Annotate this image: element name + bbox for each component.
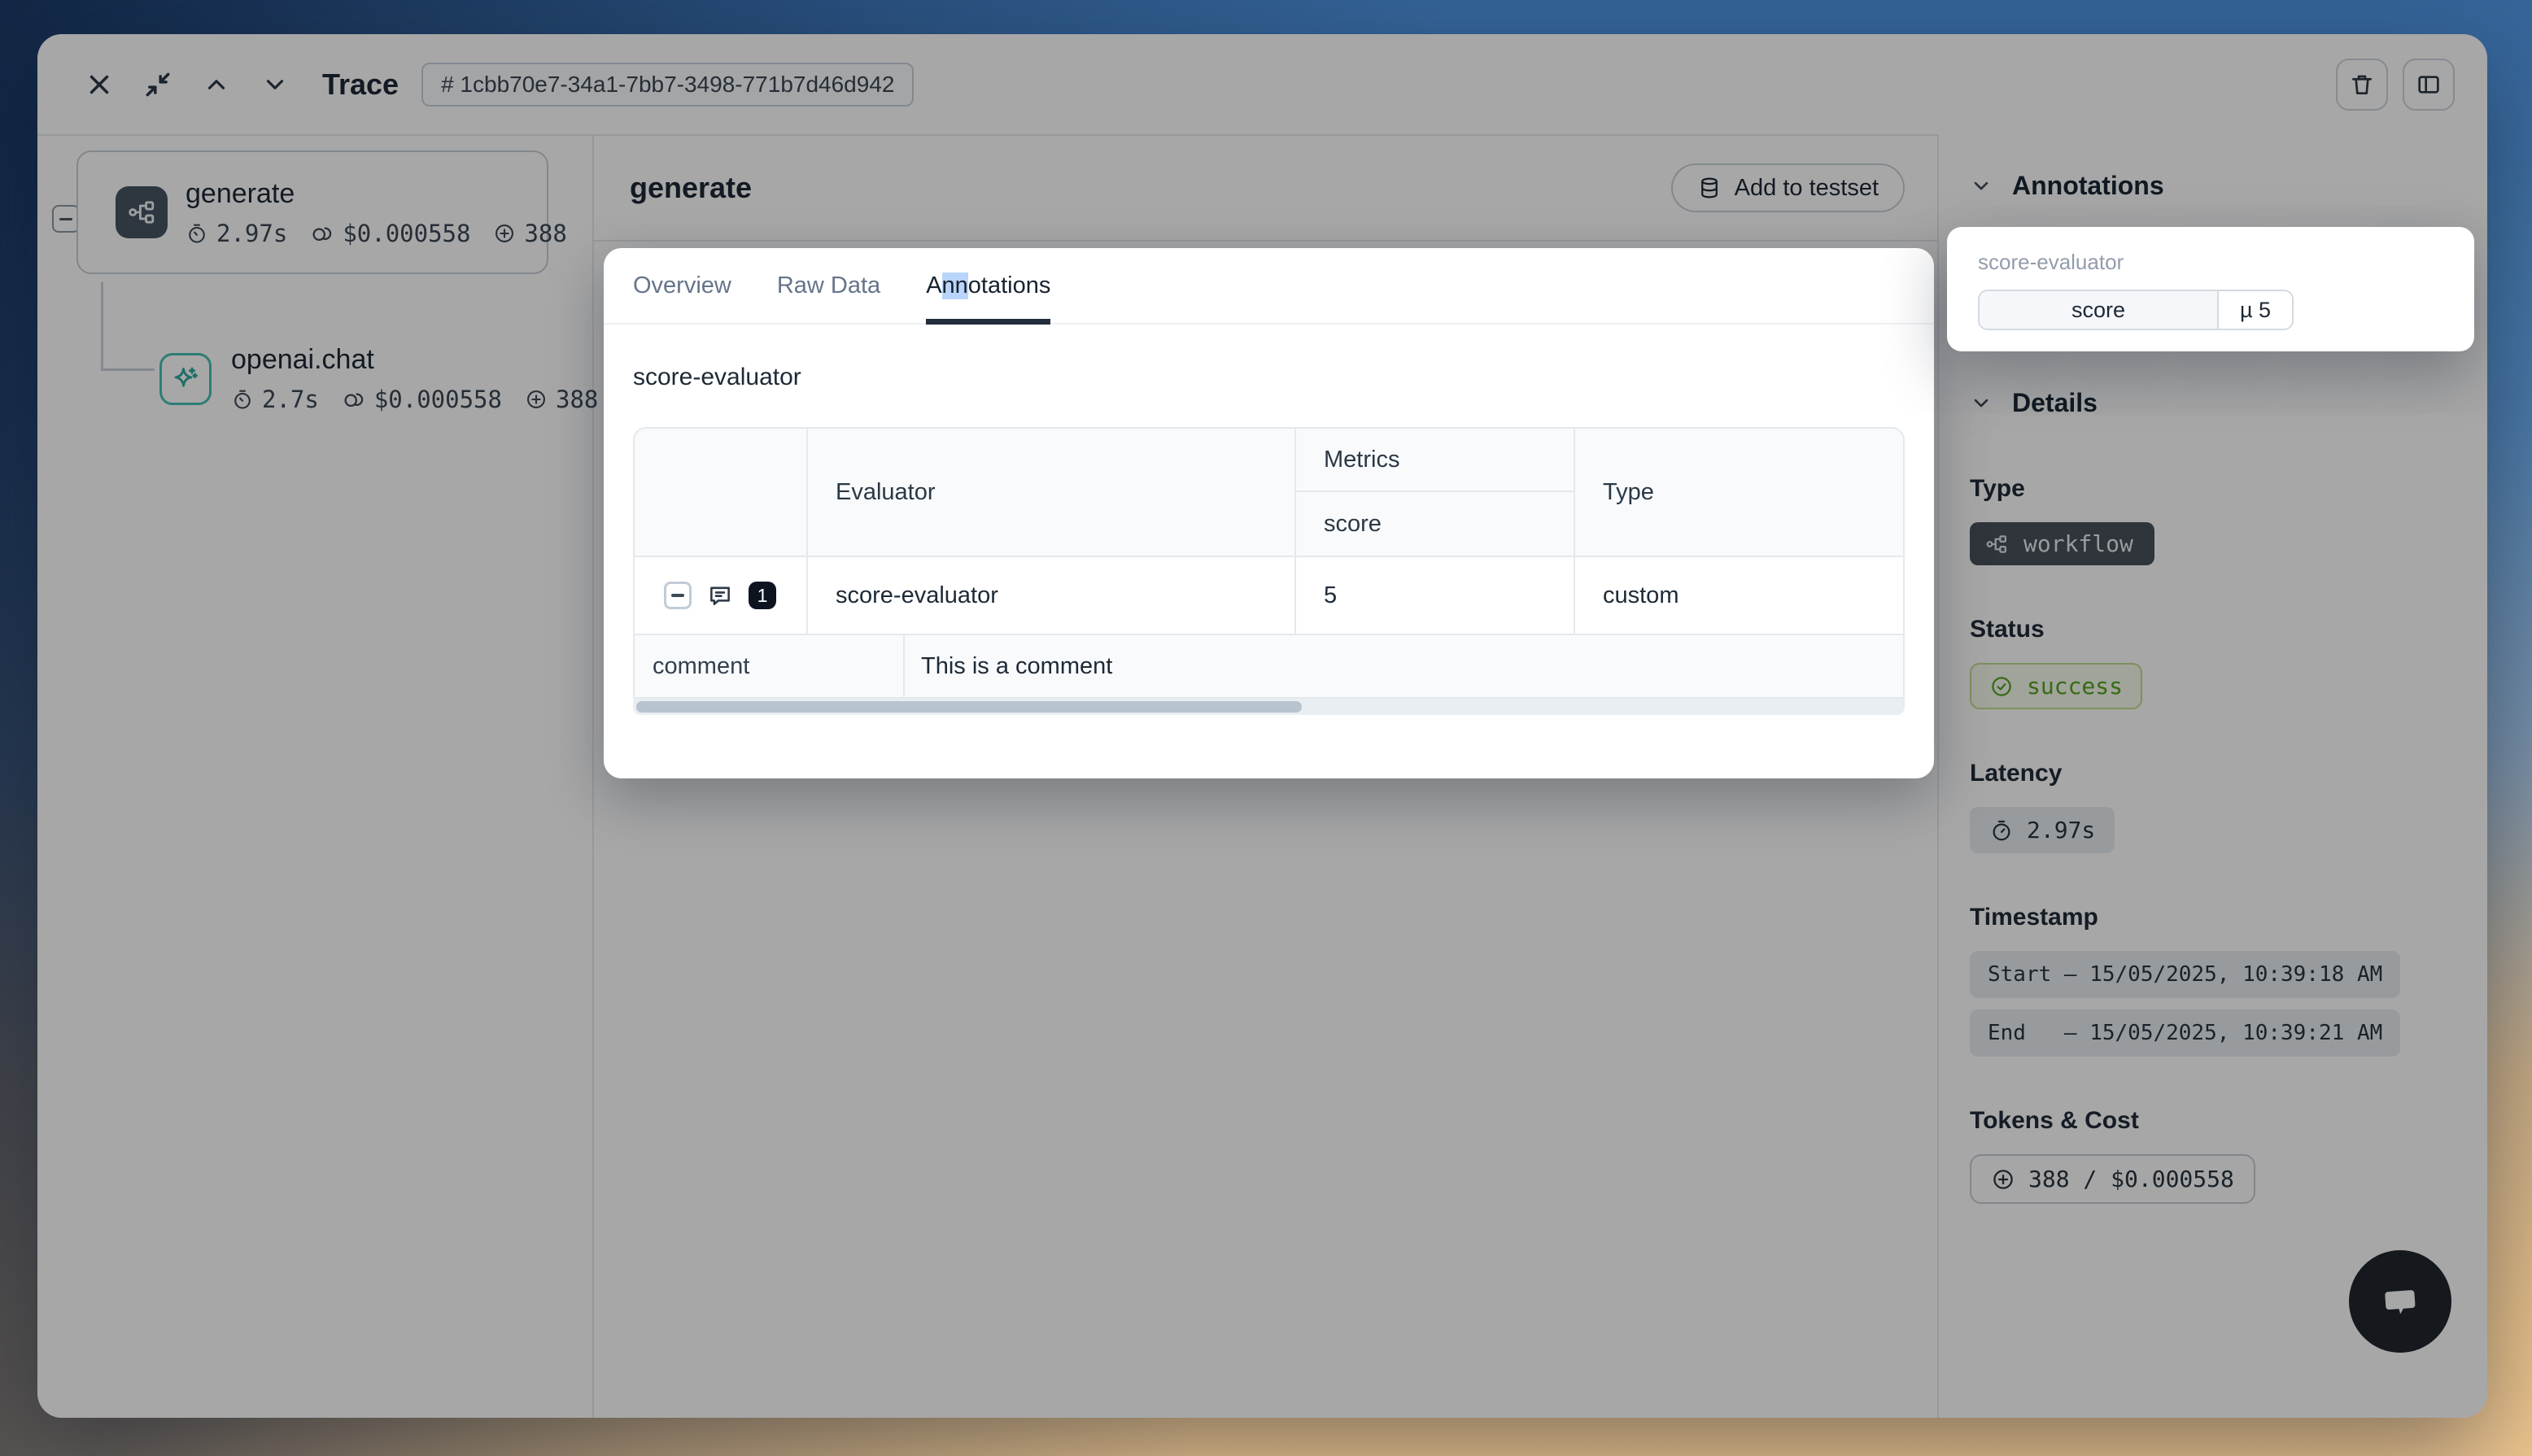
header-type: Type [1574, 429, 1903, 556]
comment-value: This is a comment [905, 635, 1903, 697]
annotation-count-badge: 1 [749, 582, 776, 609]
annotation-popover: score-evaluator score µ 5 [1947, 227, 2474, 351]
tab-raw-data[interactable]: Raw Data [754, 248, 903, 323]
desktop-background: { "topbar": { "title": "Trace", "trace_i… [0, 0, 2532, 1456]
trace-drawer: Trace # 1cbb70e7-34a1-7bb7-3498-771b7d46… [37, 34, 2487, 1418]
metric-pill[interactable]: score µ 5 [1978, 290, 2294, 330]
tab-label-part: otations [968, 272, 1051, 299]
annotations-table: Evaluator Metrics score Type [633, 427, 1905, 699]
comment-icon[interactable] [706, 582, 734, 609]
row-checkbox[interactable] [664, 582, 692, 609]
cell-evaluator: score-evaluator [806, 557, 1294, 634]
cell-type: custom [1574, 557, 1903, 634]
comment-row: comment This is a comment [635, 634, 1903, 697]
tab-annotations[interactable]: Annotations [903, 248, 1073, 323]
tab-label-selection: nn [942, 272, 968, 299]
header-metric-score: score [1294, 492, 1574, 556]
popover-evaluator-label: score-evaluator [1978, 250, 2443, 275]
evaluator-section-title: score-evaluator [633, 364, 1905, 391]
cell-score: 5 [1294, 557, 1574, 634]
checkbox-indeterminate [671, 594, 684, 597]
tab-label-part: A [926, 272, 941, 299]
row-controls-cell: 1 [635, 557, 806, 634]
tab-overview[interactable]: Overview [610, 248, 754, 323]
header-metrics: Metrics [1294, 429, 1574, 492]
metric-aggregate: µ 5 [2219, 291, 2292, 329]
metric-name: score [1980, 291, 2219, 329]
table-header: Evaluator Metrics score Type [635, 429, 1903, 556]
comment-label: comment [635, 635, 905, 697]
header-select-column [635, 429, 806, 556]
annotations-tab-card: Overview Raw Data Annotations score-eval… [604, 248, 1934, 778]
table-row[interactable]: 1 score-evaluator 5 custom [635, 556, 1903, 634]
annotations-tab-content: score-evaluator Evaluator Metrics score … [604, 325, 1934, 715]
horizontal-scrollbar[interactable] [633, 699, 1905, 715]
span-tabs: Overview Raw Data Annotations [604, 248, 1934, 325]
scrollbar-thumb[interactable] [636, 701, 1302, 713]
header-evaluator: Evaluator [806, 429, 1294, 556]
